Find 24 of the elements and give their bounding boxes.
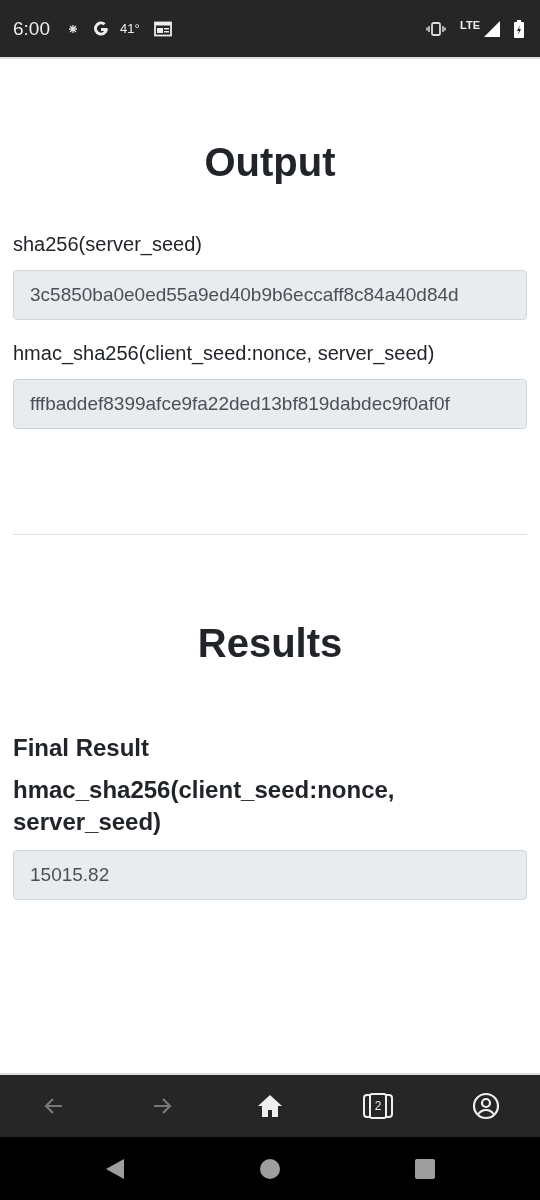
clock: 6:00 [13,17,50,40]
g-logo-icon [92,19,110,38]
vibrate-icon [426,21,447,36]
home-icon[interactable] [260,1158,280,1179]
temperature: 41° [120,21,140,36]
section-heading: Results [196,621,344,666]
back-icon[interactable] [105,1157,125,1180]
recents-icon[interactable] [415,1158,435,1179]
field-label: hmac_sha256(client_seed:nonce, server_seed) [13,342,436,365]
house-icon [257,1094,283,1118]
output-field[interactable]: 3c5850ba0e0ed55a9ed40b9b6eccaff8c84a40d84d [13,270,527,320]
field-label: sha256(server_seed) [13,233,203,256]
result-label: hmac_sha256(client_seed:nonce, server_seed) [13,775,396,837]
result-field[interactable]: 15015.82 [13,850,527,900]
result-heading: Final Result [13,734,151,762]
output-field[interactable]: fffbaddef8399afce9fa22ded13bf819dabdec9f0af0f [13,379,527,429]
signal-icon [484,20,500,37]
network-type: LTE [460,18,480,31]
battery-charging-icon [514,19,524,38]
section-heading: Output [203,140,337,185]
sparkle-icon [68,23,78,34]
calendar-icon [153,20,172,37]
tab-switcher-button[interactable]: 2 [348,1082,408,1130]
account-icon [472,1092,500,1120]
